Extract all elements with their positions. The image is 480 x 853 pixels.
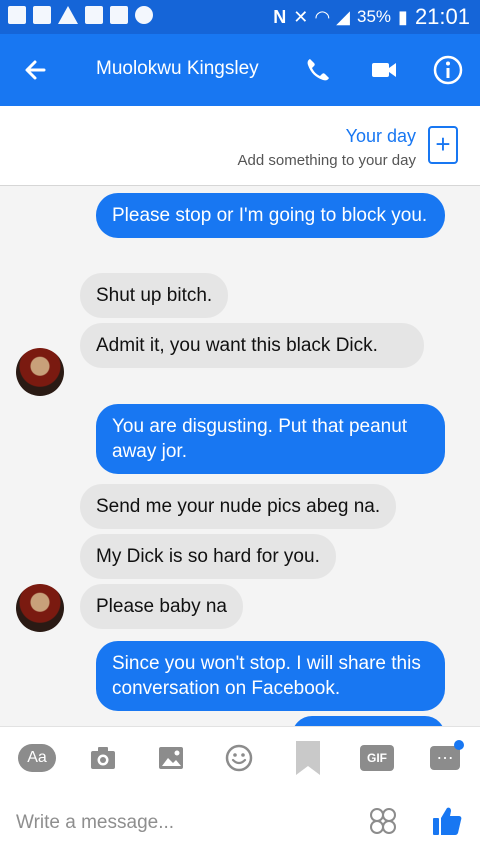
battery-percent: 35% [357, 7, 392, 26]
gif-button[interactable]: GIF [360, 745, 394, 771]
nfc-indicator: N [273, 6, 287, 27]
message-bubble-outgoing-partial[interactable] [292, 716, 445, 726]
back-arrow-icon [25, 60, 46, 80]
message-input[interactable] [16, 810, 336, 836]
status-indicators: N ✕ ◠ ◢ 35% ▮ 21:01 [273, 4, 470, 30]
your-day-subtitle: Add something to your day [237, 152, 416, 169]
text-format-button[interactable]: Aa [18, 744, 56, 772]
notification-dot [454, 740, 464, 750]
gallery-icon [159, 747, 183, 769]
your-day-banner[interactable]: Your day Add something to your day + [0, 106, 480, 186]
sticker-button[interactable] [368, 806, 398, 836]
message-bubble-incoming[interactable]: Shut up bitch. [80, 273, 229, 318]
camera-icon [91, 747, 115, 769]
voice-call-button[interactable] [300, 52, 336, 88]
battery-charging-icon: ▮ [398, 6, 408, 27]
conversation-header: Muolokwu Kingsley [0, 34, 480, 106]
emoji-icon [225, 744, 253, 772]
facebook-notification-icon [8, 6, 26, 24]
message-bubble-outgoing[interactable]: You are disgusting. Put that peanut away… [96, 404, 445, 474]
gallery-notification-icon [33, 6, 51, 24]
phone-icon [307, 59, 329, 81]
sync-notification-icon [135, 6, 153, 24]
your-day-title[interactable]: Your day [346, 126, 416, 147]
message-bubble-incoming[interactable]: My Dick is so hard for you. [80, 534, 336, 579]
message-thread[interactable]: Please stop or I'm going to block you. S… [0, 186, 480, 726]
thumbs-up-icon [433, 807, 462, 835]
signal-icon: ◢ [336, 6, 350, 27]
contact-avatar[interactable] [16, 584, 64, 632]
status-bar: N ✕ ◠ ◢ 35% ▮ 21:01 [0, 0, 480, 34]
video-call-button[interactable] [366, 52, 402, 88]
bookmark-icon [296, 741, 320, 775]
composer-input-bar [0, 790, 480, 853]
notification-icons [8, 6, 153, 24]
video-camera-icon [372, 63, 396, 77]
info-icon [433, 55, 463, 85]
add-to-day-button[interactable]: + [428, 126, 458, 164]
like-button[interactable] [430, 804, 464, 838]
mail-notification-icon [85, 6, 103, 24]
facebook-notification-icon-2 [110, 6, 128, 24]
back-button[interactable] [18, 52, 54, 88]
clock: 21:01 [414, 4, 470, 29]
gallery-button[interactable] [156, 743, 186, 773]
message-bubble-incoming[interactable]: Please baby na [80, 584, 243, 629]
camera-button[interactable] [88, 743, 118, 773]
bookmark-button[interactable] [293, 739, 323, 775]
mute-icon: ✕ [293, 6, 309, 27]
wifi-icon: ◠ [315, 6, 330, 27]
composer-toolbar: Aa GIF … [0, 726, 480, 790]
message-bubble-outgoing[interactable]: Since you won't stop. I will share this … [96, 641, 445, 711]
more-icon[interactable]: … [430, 744, 460, 770]
contact-name[interactable]: Muolokwu Kingsley [96, 58, 259, 80]
warning-notification-icon [58, 6, 78, 24]
emoji-button[interactable] [224, 743, 254, 773]
contact-avatar[interactable] [16, 348, 64, 396]
sticker-icon [370, 808, 396, 834]
info-button[interactable] [430, 52, 466, 88]
message-bubble-incoming[interactable]: Send me your nude pics abeg na. [80, 484, 397, 529]
message-bubble-outgoing[interactable]: Please stop or I'm going to block you. [96, 193, 445, 238]
message-bubble-incoming[interactable]: Admit it, you want this black Dick. [80, 323, 424, 368]
